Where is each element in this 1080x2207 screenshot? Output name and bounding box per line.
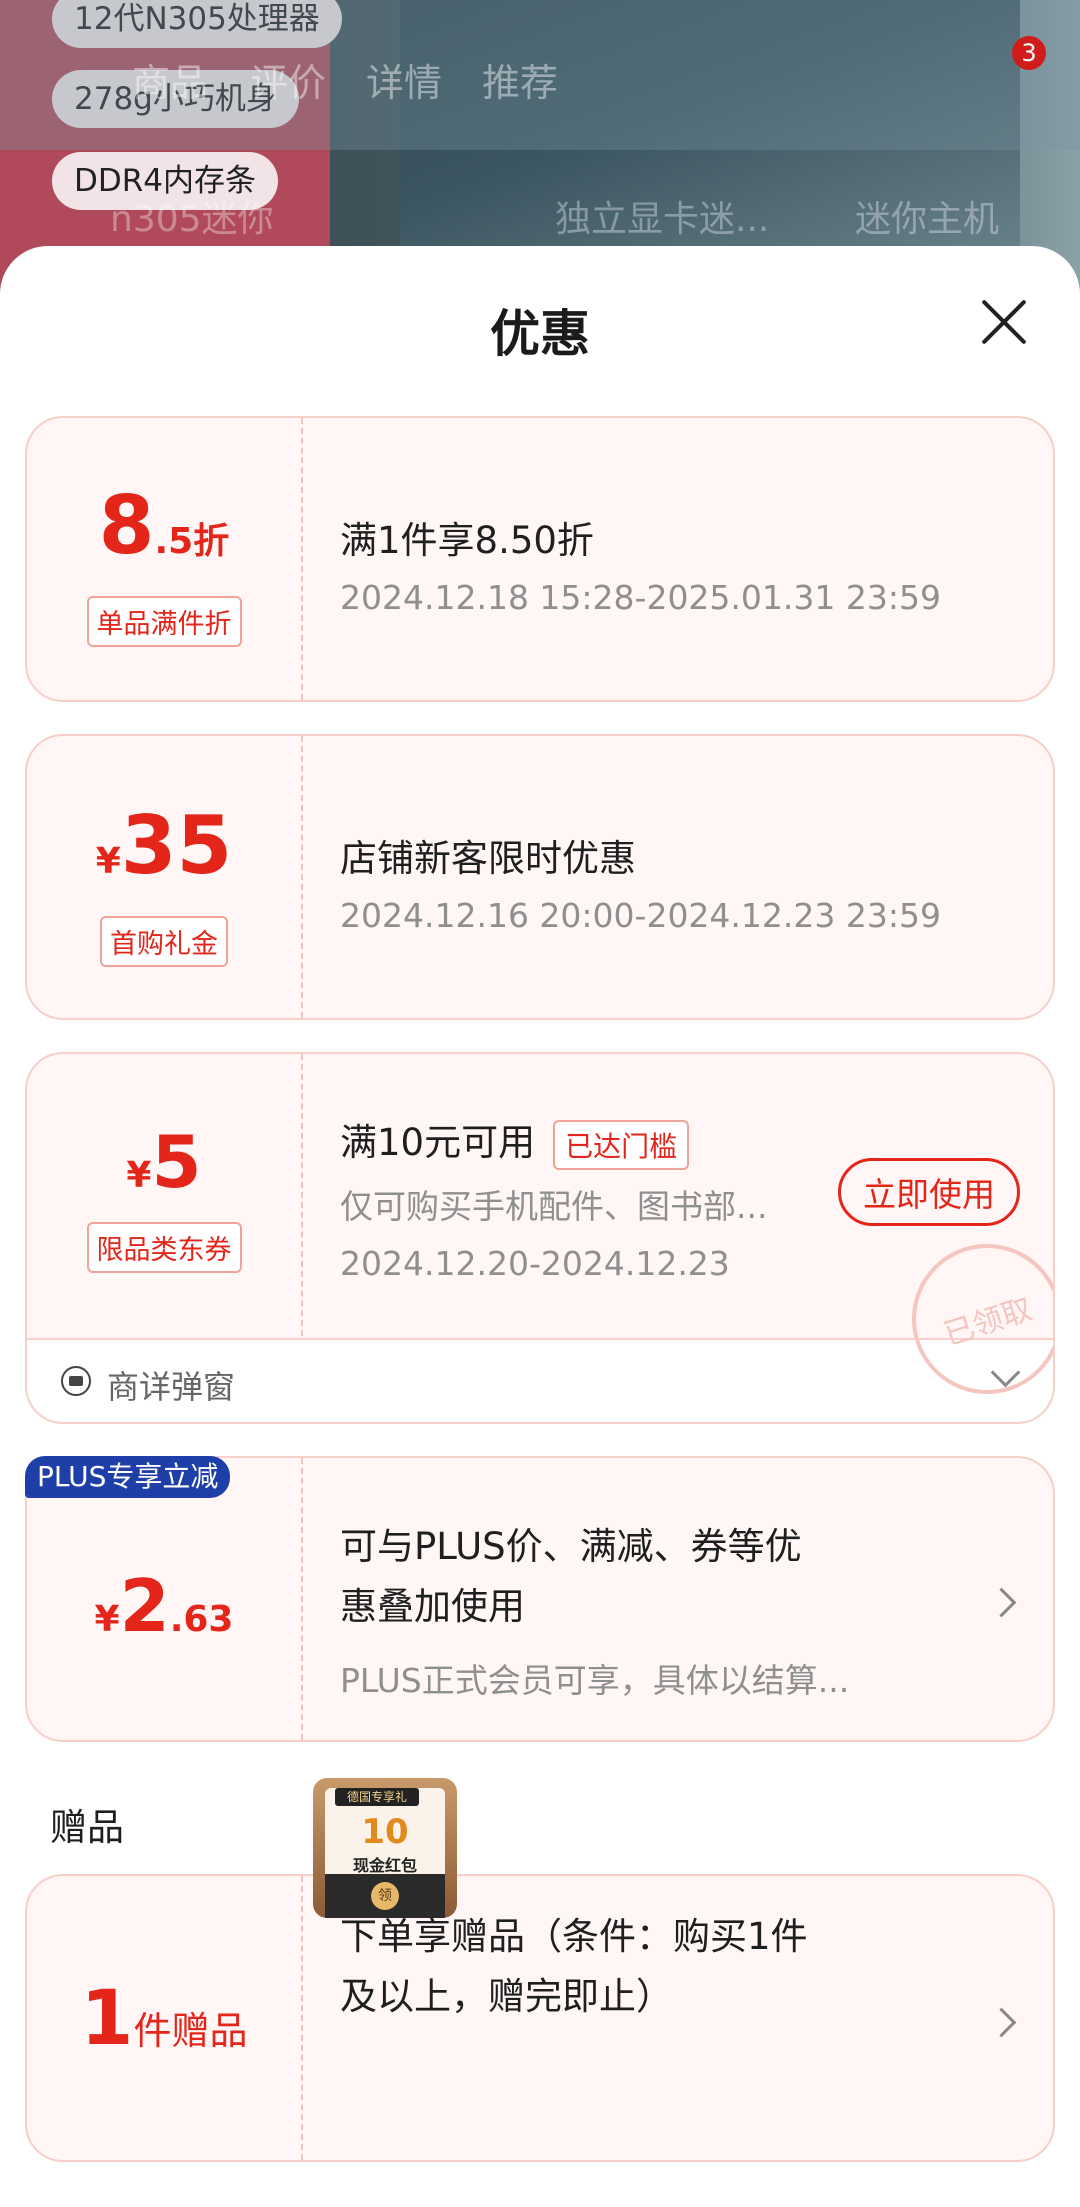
divider [301,1876,303,2160]
divider [301,418,303,700]
cart-badge: 3 [1012,36,1046,70]
gift-section-title: 赠品 [50,1806,124,1849]
offer-title: 满10元可用 [340,1121,536,1164]
gift-count: 1件赠品 [27,1980,301,2056]
offer-value-big: 35 [120,799,233,892]
threshold-reached-tag: 已达门槛 [553,1119,690,1170]
gift-image-seal: 领 [371,1882,399,1910]
tab-details[interactable]: 详情 [366,52,442,107]
use-now-button[interactable]: 立即使用 [838,1158,1020,1226]
offer-value-big: 5 [151,1120,202,1204]
gift-image-text: 现金红包 [352,1856,417,1875]
offer-title: 满1件享8.50折 [340,519,594,562]
currency-symbol: ¥ [94,1599,120,1640]
offer-card-plus[interactable]: ¥2.63 可与PLUS价、满减、券等优 惠叠加使用 PLUS正式会员可享，具体… [25,1456,1055,1742]
coupon-footer[interactable]: 商详弹窗 [27,1338,1053,1422]
gift-card[interactable]: 1件赠品 下单享赠品（条件：购买1件 及以上，赠完即止） [25,1874,1055,2162]
divider [301,1458,303,1740]
offer-period: 2024.12.18 15:28-2025.01.31 23:59 [340,578,941,617]
offer-card-coupon: 商详弹窗 ¥5 限品类东券 满10元可用 已达门槛 仅可购买手机配件、图书部...… [25,1052,1055,1424]
offer-card-discount: 8.5折 单品满件折 满1件享8.50折 2024.12.18 15:28-20… [25,416,1055,702]
gift-count-number: 1 [80,1973,134,2062]
plus-badge: PLUS专享立减 [25,1456,231,1498]
currency-symbol: ¥ [126,1155,152,1196]
chevron-right-icon[interactable] [986,1587,1017,1618]
tab-product[interactable]: 商品 [132,52,208,107]
offer-type-label: 限品类东券 [86,1222,242,1273]
offer-value: ¥35 [27,806,301,886]
offer-title: 店铺新客限时优惠 [340,837,636,880]
gift-title-line2: 及以上，赠完即止） [340,1975,673,2018]
coupon-footer-label: 商详弹窗 [107,1368,236,1406]
search-suggestion[interactable]: 独立显卡迷... [555,190,769,242]
offer-value-small: .5折 [154,521,230,562]
offer-value: ¥5 [27,1126,301,1198]
divider [301,736,303,1018]
sheet-title: 优惠 [490,305,590,363]
search-text[interactable]: n305迷你 [110,190,274,242]
chevron-right-icon[interactable] [986,2007,1017,2038]
gift-count-unit: 件赠品 [133,2009,248,2053]
tab-recommend[interactable]: 推荐 [482,52,558,107]
divider [301,1054,303,1336]
offer-title-line2: 惠叠加使用 [340,1585,525,1628]
search-suggestion[interactable]: 迷你主机 [855,190,999,242]
offer-period: 2024.12.16 20:00-2024.12.23 23:59 [340,896,941,935]
offer-desc: 仅可购买手机配件、图书部... [340,1187,768,1226]
gift-image-amount: 10 [361,1812,409,1852]
offer-type-label: 单品满件折 [86,596,242,647]
offer-value: ¥2.63 [27,1570,301,1642]
offer-period: 2024.12.20-2024.12.23 [340,1244,730,1283]
offer-value-small: .63 [169,1599,234,1640]
offer-value-big: 8 [98,479,155,572]
tab-reviews[interactable]: 评价 [250,52,326,107]
offer-value: 8.5折 [27,486,301,566]
offer-desc: PLUS正式会员可享，具体以结算... [340,1661,850,1700]
gift-image[interactable]: 德国专享礼 10 现金红包 领 [313,1778,457,1918]
ticket-icon [61,1366,91,1396]
gift-image-header: 德国专享礼 [335,1788,419,1806]
offer-title-line1: 可与PLUS价、满减、券等优 [340,1525,802,1568]
currency-symbol: ¥ [95,841,121,882]
offer-card-new-customer: ¥35 首购礼金 店铺新客限时优惠 2024.12.16 20:00-2024.… [25,734,1055,1020]
offer-type-label: 首购礼金 [100,916,228,967]
offer-value-big: 2 [119,1564,170,1648]
close-icon[interactable] [978,296,1030,348]
